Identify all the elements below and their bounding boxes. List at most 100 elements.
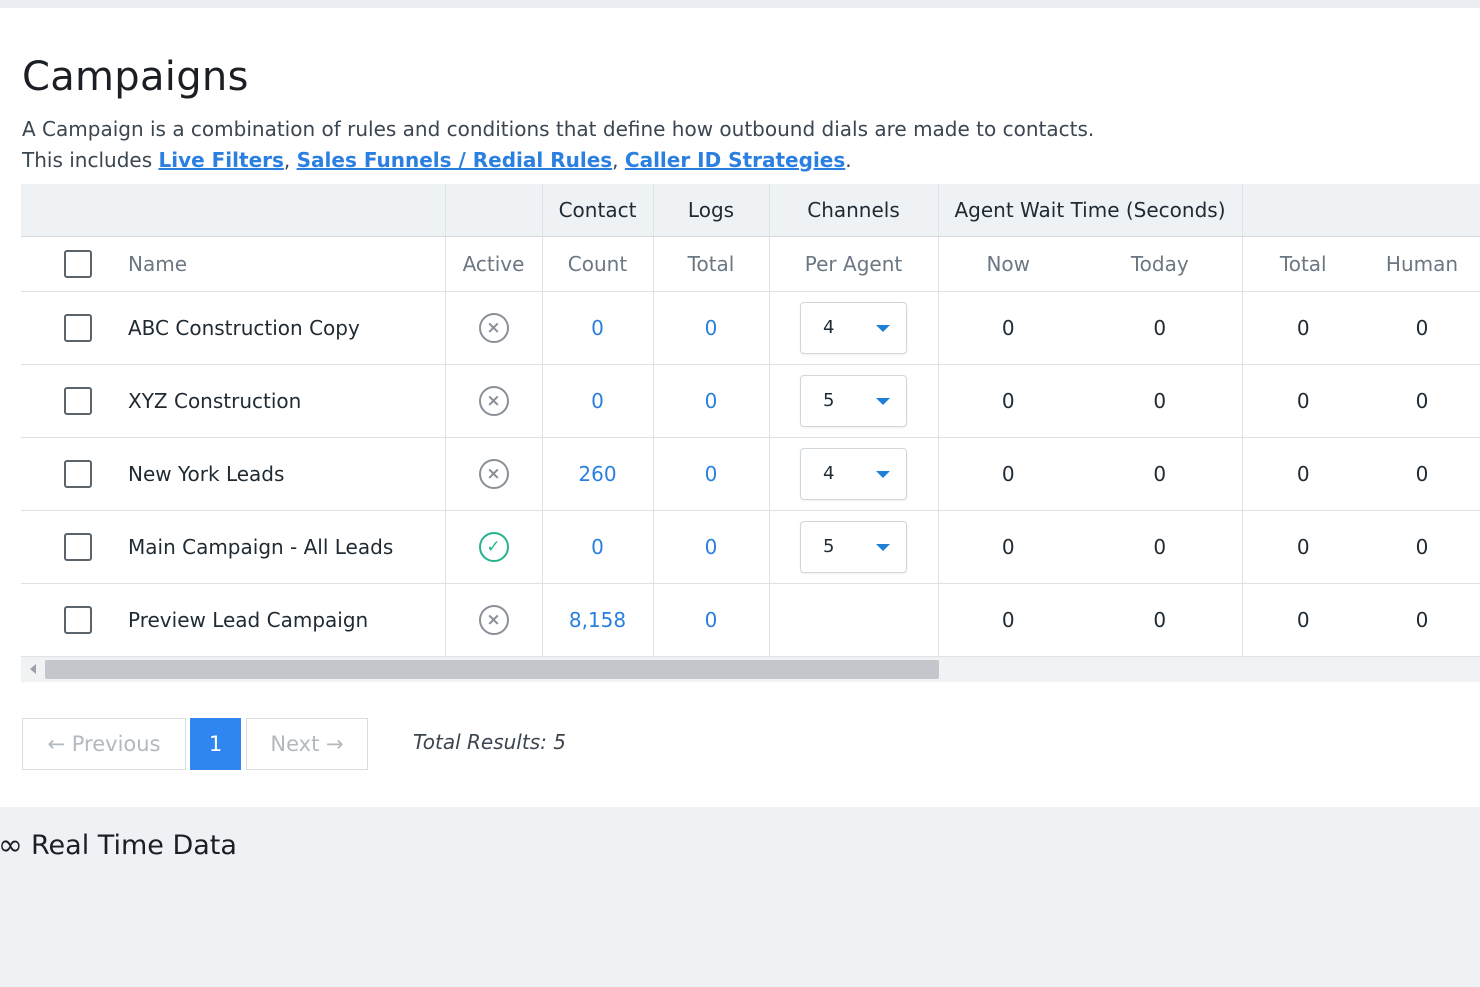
column-header-now[interactable]: Now <box>938 236 1078 292</box>
channels-per-agent-select[interactable]: 5 <box>800 520 907 573</box>
inactive-x-icon: × <box>478 458 509 489</box>
per-agent-cell: 5 <box>769 510 939 584</box>
group-header-empty <box>445 184 543 237</box>
total-cell: 0 <box>1242 510 1364 584</box>
group-header-empty <box>1242 184 1480 237</box>
contact-count-link[interactable]: 8,158 <box>569 608 626 632</box>
logs-total-cell: 0 <box>653 437 770 511</box>
campaign-name[interactable]: New York Leads <box>128 462 284 486</box>
previous-page-button[interactable]: ← Previous <box>22 718 186 770</box>
group-header-row: Contact Logs Channels Agent Wait Time (S… <box>21 184 1480 237</box>
human-cell: 0 <box>1364 437 1480 511</box>
channels-per-agent-select[interactable]: 4 <box>800 447 907 500</box>
caret-down-icon <box>876 470 890 478</box>
contact-count-link[interactable]: 0 <box>591 535 604 559</box>
channels-per-agent-value: 5 <box>823 535 835 557</box>
group-header-channels: Channels <box>769 184 939 237</box>
table-row: New York Leads × 260 0 4 0 0 0 0 <box>21 437 1480 511</box>
human-cell: 0 <box>1364 364 1480 438</box>
wait-today-cell: 0 <box>1078 364 1243 438</box>
total-cell: 0 <box>1242 583 1364 657</box>
column-header-today[interactable]: Today <box>1078 236 1243 292</box>
active-status-cell: × <box>445 583 543 657</box>
logs-total-link[interactable]: 0 <box>705 462 718 486</box>
wait-now-cell: 0 <box>938 364 1078 438</box>
real-time-data-section[interactable]: ∞ Real Time Data <box>0 828 237 863</box>
row-checkbox[interactable] <box>64 386 92 415</box>
row-checkbox[interactable] <box>64 605 92 634</box>
contact-count-cell: 260 <box>542 437 654 511</box>
column-header-human[interactable]: Human <box>1364 236 1480 292</box>
inactive-x-icon: × <box>478 312 509 343</box>
human-cell: 0 <box>1364 510 1480 584</box>
logs-total-cell: 0 <box>653 364 770 438</box>
row-checkbox[interactable] <box>64 313 92 342</box>
campaign-name-cell: ABC Construction Copy <box>21 291 446 365</box>
campaign-name[interactable]: XYZ Construction <box>128 389 301 413</box>
logs-total-cell: 0 <box>653 510 770 584</box>
total-cell: 0 <box>1242 364 1364 438</box>
campaign-name[interactable]: Preview Lead Campaign <box>128 608 368 632</box>
live-filters-link[interactable]: Live Filters <box>158 148 283 172</box>
logs-total-link[interactable]: 0 <box>705 316 718 340</box>
real-time-data-title: Real Time Data <box>31 830 237 861</box>
table-row: Main Campaign - All Leads ✓ 0 0 5 0 0 0 0 <box>21 510 1480 584</box>
page-description: A Campaign is a combination of rules and… <box>22 114 1094 176</box>
contact-count-cell: 0 <box>542 364 654 438</box>
top-band <box>0 0 1480 8</box>
next-page-button[interactable]: Next → <box>246 718 368 770</box>
campaign-name[interactable]: ABC Construction Copy <box>128 316 360 340</box>
wait-now-cell: 0 <box>938 291 1078 365</box>
caret-down-icon <box>876 324 890 332</box>
column-header-total[interactable]: Total <box>1242 236 1364 292</box>
column-header-count[interactable]: Count <box>542 236 654 292</box>
total-results: Total Results: 5 <box>413 730 566 754</box>
channels-per-agent-select[interactable]: 4 <box>800 301 907 354</box>
horizontal-scrollbar[interactable] <box>21 657 1480 682</box>
active-status-cell: ✓ <box>445 510 543 584</box>
row-checkbox[interactable] <box>64 532 92 561</box>
contact-count-link[interactable]: 260 <box>578 462 616 486</box>
channels-per-agent-value: 5 <box>823 389 835 411</box>
wait-today-cell: 0 <box>1078 510 1243 584</box>
contact-count-link[interactable]: 0 <box>591 389 604 413</box>
channels-per-agent-select[interactable]: 5 <box>800 374 907 427</box>
campaign-name-cell: XYZ Construction <box>21 364 446 438</box>
group-header-empty <box>21 184 446 237</box>
page-1-button[interactable]: 1 <box>190 718 241 770</box>
row-checkbox[interactable] <box>64 459 92 488</box>
description-line-1: A Campaign is a combination of rules and… <box>22 117 1095 141</box>
contact-count-link[interactable]: 0 <box>591 316 604 340</box>
total-cell: 0 <box>1242 437 1364 511</box>
select-all-checkbox[interactable] <box>64 249 92 278</box>
scrollbar-thumb[interactable] <box>45 660 939 679</box>
column-header-row: Name Active Count Total Per Agent Now To… <box>21 236 1480 292</box>
scroll-left-icon[interactable] <box>30 664 36 674</box>
campaign-name[interactable]: Main Campaign - All Leads <box>128 535 393 559</box>
group-header-logs: Logs <box>653 184 770 237</box>
wait-today-cell: 0 <box>1078 291 1243 365</box>
column-header-per-agent[interactable]: Per Agent <box>769 236 939 292</box>
inactive-x-icon: × <box>478 604 509 635</box>
campaigns-table: Contact Logs Channels Agent Wait Time (S… <box>21 184 1480 657</box>
infinity-icon: ∞ <box>0 828 23 863</box>
logs-total-link[interactable]: 0 <box>705 535 718 559</box>
logs-total-link[interactable]: 0 <box>705 389 718 413</box>
per-agent-cell: 4 <box>769 437 939 511</box>
total-cell: 0 <box>1242 291 1364 365</box>
campaigns-table-container: Contact Logs Channels Agent Wait Time (S… <box>21 184 1480 682</box>
column-header-logs-total[interactable]: Total <box>653 236 770 292</box>
description-prefix: This includes <box>22 148 153 172</box>
logs-total-link[interactable]: 0 <box>705 608 718 632</box>
wait-now-cell: 0 <box>938 437 1078 511</box>
caller-id-strategies-link[interactable]: Caller ID Strategies <box>625 148 845 172</box>
sales-funnels-link[interactable]: Sales Funnels / Redial Rules <box>297 148 613 172</box>
active-status-cell: × <box>445 437 543 511</box>
channels-per-agent-value: 4 <box>823 462 835 484</box>
campaign-name-cell: Main Campaign - All Leads <box>21 510 446 584</box>
description-line-2: This includes Live Filters, Sales Funnel… <box>22 148 852 172</box>
column-header-active[interactable]: Active <box>445 236 543 292</box>
per-agent-cell: 5 <box>769 364 939 438</box>
logs-total-cell: 0 <box>653 291 770 365</box>
contact-count-cell: 8,158 <box>542 583 654 657</box>
